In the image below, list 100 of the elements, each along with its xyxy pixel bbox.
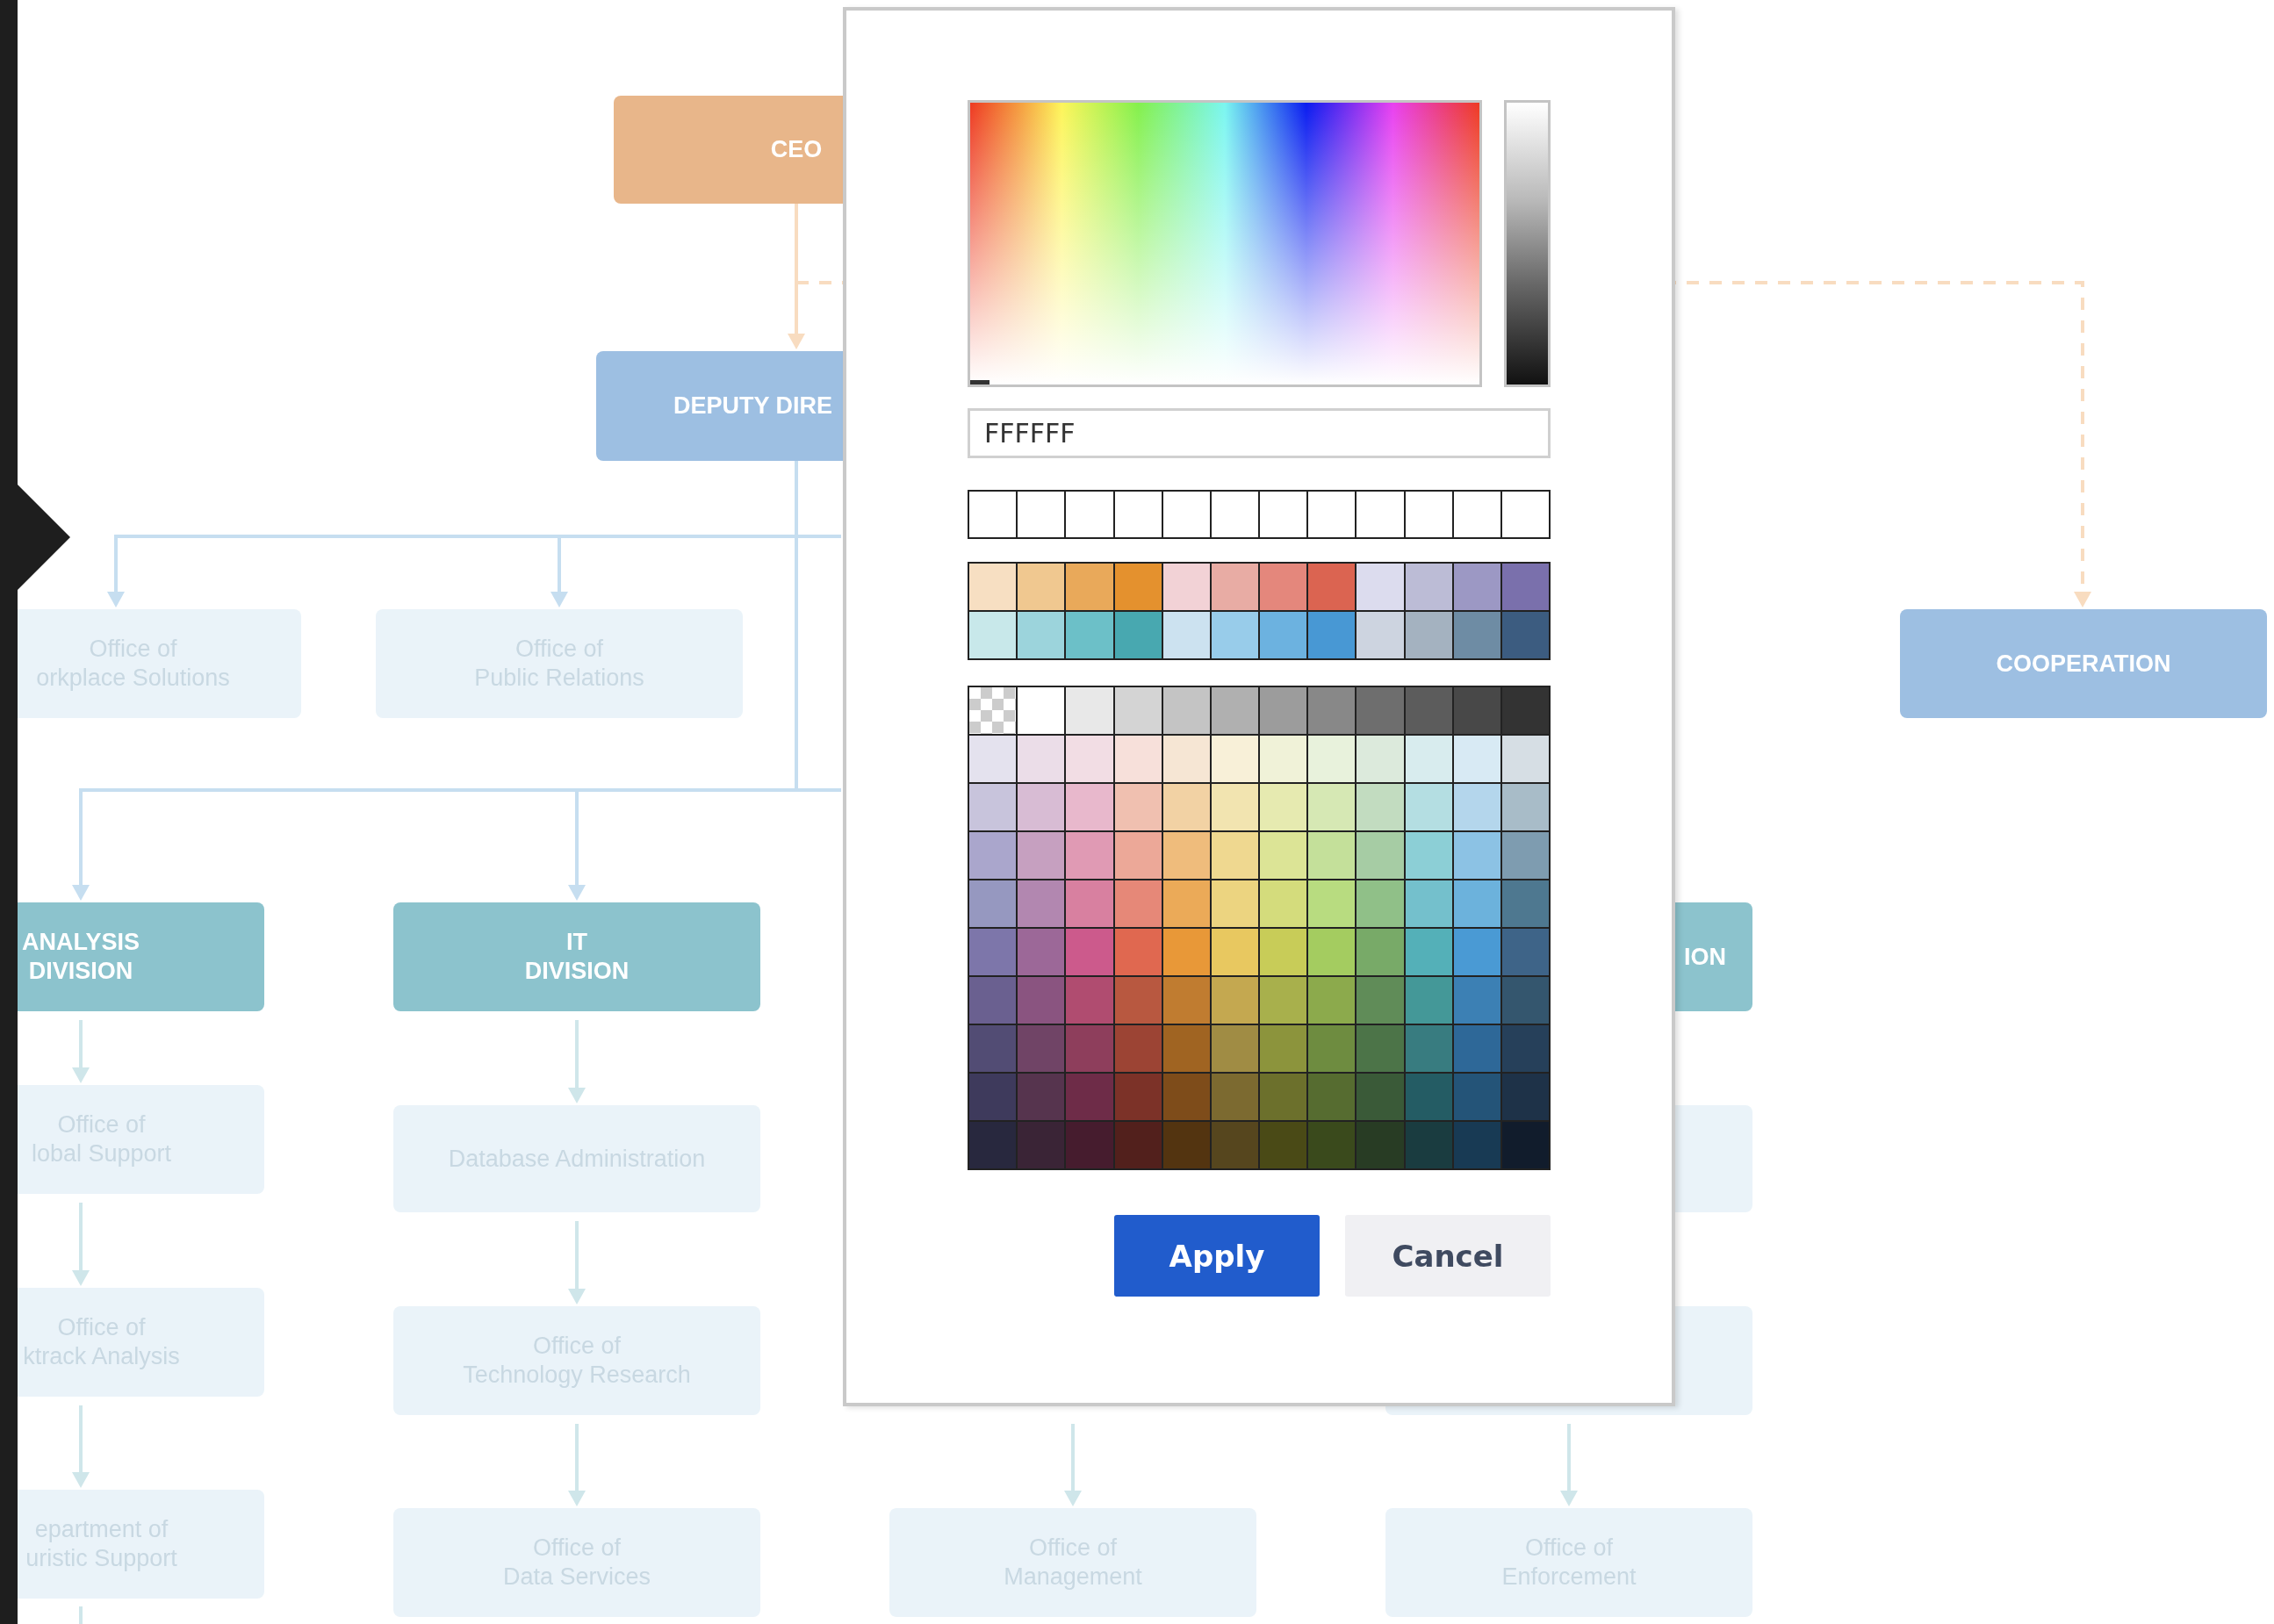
color-swatch[interactable] (1066, 1074, 1113, 1120)
color-swatch[interactable] (1405, 1122, 1452, 1168)
hex-input-field[interactable]: FFFFFF (968, 408, 1551, 458)
color-swatch[interactable] (1211, 564, 1258, 610)
color-swatch[interactable] (1114, 977, 1162, 1024)
color-swatch[interactable] (969, 880, 1017, 927)
color-swatch[interactable] (1308, 736, 1356, 782)
color-swatch[interactable] (969, 977, 1017, 1024)
color-spectrum[interactable] (968, 100, 1482, 387)
color-swatch[interactable] (1211, 880, 1258, 927)
color-swatch[interactable] (1260, 564, 1307, 610)
color-swatch[interactable] (1114, 929, 1162, 975)
color-swatch[interactable] (1405, 736, 1452, 782)
color-swatch[interactable] (1356, 1122, 1404, 1168)
color-swatch[interactable] (1066, 492, 1113, 537)
color-swatch[interactable] (1018, 1122, 1065, 1168)
color-swatch[interactable] (1453, 492, 1500, 537)
color-swatch[interactable] (1018, 784, 1065, 830)
cancel-button[interactable]: Cancel (1345, 1215, 1551, 1297)
color-swatch[interactable] (1501, 687, 1549, 734)
color-swatch[interactable] (1501, 612, 1549, 658)
color-swatch[interactable] (1114, 1122, 1162, 1168)
color-swatch[interactable] (1501, 736, 1549, 782)
color-swatch[interactable] (1308, 977, 1356, 1024)
color-swatch[interactable] (1405, 687, 1452, 734)
triangle-tab-icon[interactable] (16, 483, 70, 592)
color-swatch[interactable] (1114, 1074, 1162, 1120)
color-swatch[interactable] (1405, 929, 1452, 975)
color-swatch[interactable] (1018, 832, 1065, 879)
color-swatch[interactable] (1162, 687, 1210, 734)
color-swatch[interactable] (1308, 1074, 1356, 1120)
color-swatch[interactable] (1356, 687, 1404, 734)
color-swatch[interactable] (1453, 1025, 1500, 1072)
color-swatch[interactable] (1066, 612, 1113, 658)
apply-button[interactable]: Apply (1114, 1215, 1320, 1297)
color-swatch[interactable] (1356, 880, 1404, 927)
color-swatch[interactable] (1162, 564, 1210, 610)
color-swatch[interactable] (1453, 1122, 1500, 1168)
color-swatch[interactable] (1211, 736, 1258, 782)
color-swatch[interactable] (1211, 784, 1258, 830)
color-swatch[interactable] (1066, 564, 1113, 610)
color-swatch[interactable] (969, 564, 1017, 610)
color-swatch[interactable] (1405, 612, 1452, 658)
color-swatch[interactable] (1501, 1074, 1549, 1120)
color-swatch[interactable] (1453, 880, 1500, 927)
color-swatch[interactable] (1260, 1074, 1307, 1120)
color-swatch[interactable] (1501, 784, 1549, 830)
color-swatch[interactable] (1114, 832, 1162, 879)
color-swatch[interactable] (1114, 736, 1162, 782)
color-swatch[interactable] (1453, 977, 1500, 1024)
color-swatch[interactable] (1501, 880, 1549, 927)
color-swatch[interactable] (1356, 1025, 1404, 1072)
transparent-swatch[interactable] (969, 687, 1017, 734)
color-swatch[interactable] (1308, 880, 1356, 927)
color-swatch[interactable] (1114, 1025, 1162, 1072)
color-swatch[interactable] (1114, 687, 1162, 734)
color-swatch[interactable] (1260, 977, 1307, 1024)
color-swatch[interactable] (1114, 784, 1162, 830)
color-swatch[interactable] (1260, 492, 1307, 537)
color-swatch[interactable] (1405, 784, 1452, 830)
color-swatch[interactable] (1356, 832, 1404, 879)
color-swatch[interactable] (1501, 492, 1549, 537)
color-swatch[interactable] (1066, 832, 1113, 879)
spectrum-handle[interactable] (970, 380, 989, 384)
color-swatch[interactable] (1308, 1122, 1356, 1168)
color-swatch[interactable] (1453, 564, 1500, 610)
color-swatch[interactable] (1018, 880, 1065, 927)
color-swatch[interactable] (1501, 1122, 1549, 1168)
color-swatch[interactable] (1162, 832, 1210, 879)
color-swatch[interactable] (1260, 880, 1307, 927)
color-swatch[interactable] (1260, 784, 1307, 830)
color-swatch[interactable] (1501, 929, 1549, 975)
color-swatch[interactable] (1162, 612, 1210, 658)
color-swatch[interactable] (1453, 612, 1500, 658)
color-swatch[interactable] (1162, 736, 1210, 782)
color-swatch[interactable] (1114, 880, 1162, 927)
color-swatch[interactable] (1260, 929, 1307, 975)
color-swatch[interactable] (1308, 784, 1356, 830)
color-swatch[interactable] (1211, 977, 1258, 1024)
color-swatch[interactable] (1066, 784, 1113, 830)
color-swatch[interactable] (969, 736, 1017, 782)
color-swatch[interactable] (1308, 612, 1356, 658)
color-swatch[interactable] (969, 832, 1017, 879)
color-swatch[interactable] (1114, 492, 1162, 537)
color-swatch[interactable] (1162, 929, 1210, 975)
color-swatch[interactable] (1066, 1025, 1113, 1072)
color-swatch[interactable] (969, 492, 1017, 537)
color-swatch[interactable] (969, 784, 1017, 830)
color-swatch[interactable] (1501, 977, 1549, 1024)
color-swatch[interactable] (1260, 612, 1307, 658)
color-swatch[interactable] (1066, 1122, 1113, 1168)
color-swatch[interactable] (1066, 880, 1113, 927)
color-swatch[interactable] (1501, 1025, 1549, 1072)
color-swatch[interactable] (1066, 929, 1113, 975)
color-swatch[interactable] (969, 1025, 1017, 1072)
color-swatch[interactable] (1018, 564, 1065, 610)
color-swatch[interactable] (1453, 929, 1500, 975)
color-swatch[interactable] (1018, 1074, 1065, 1120)
color-swatch[interactable] (1356, 1074, 1404, 1120)
color-swatch[interactable] (1114, 612, 1162, 658)
